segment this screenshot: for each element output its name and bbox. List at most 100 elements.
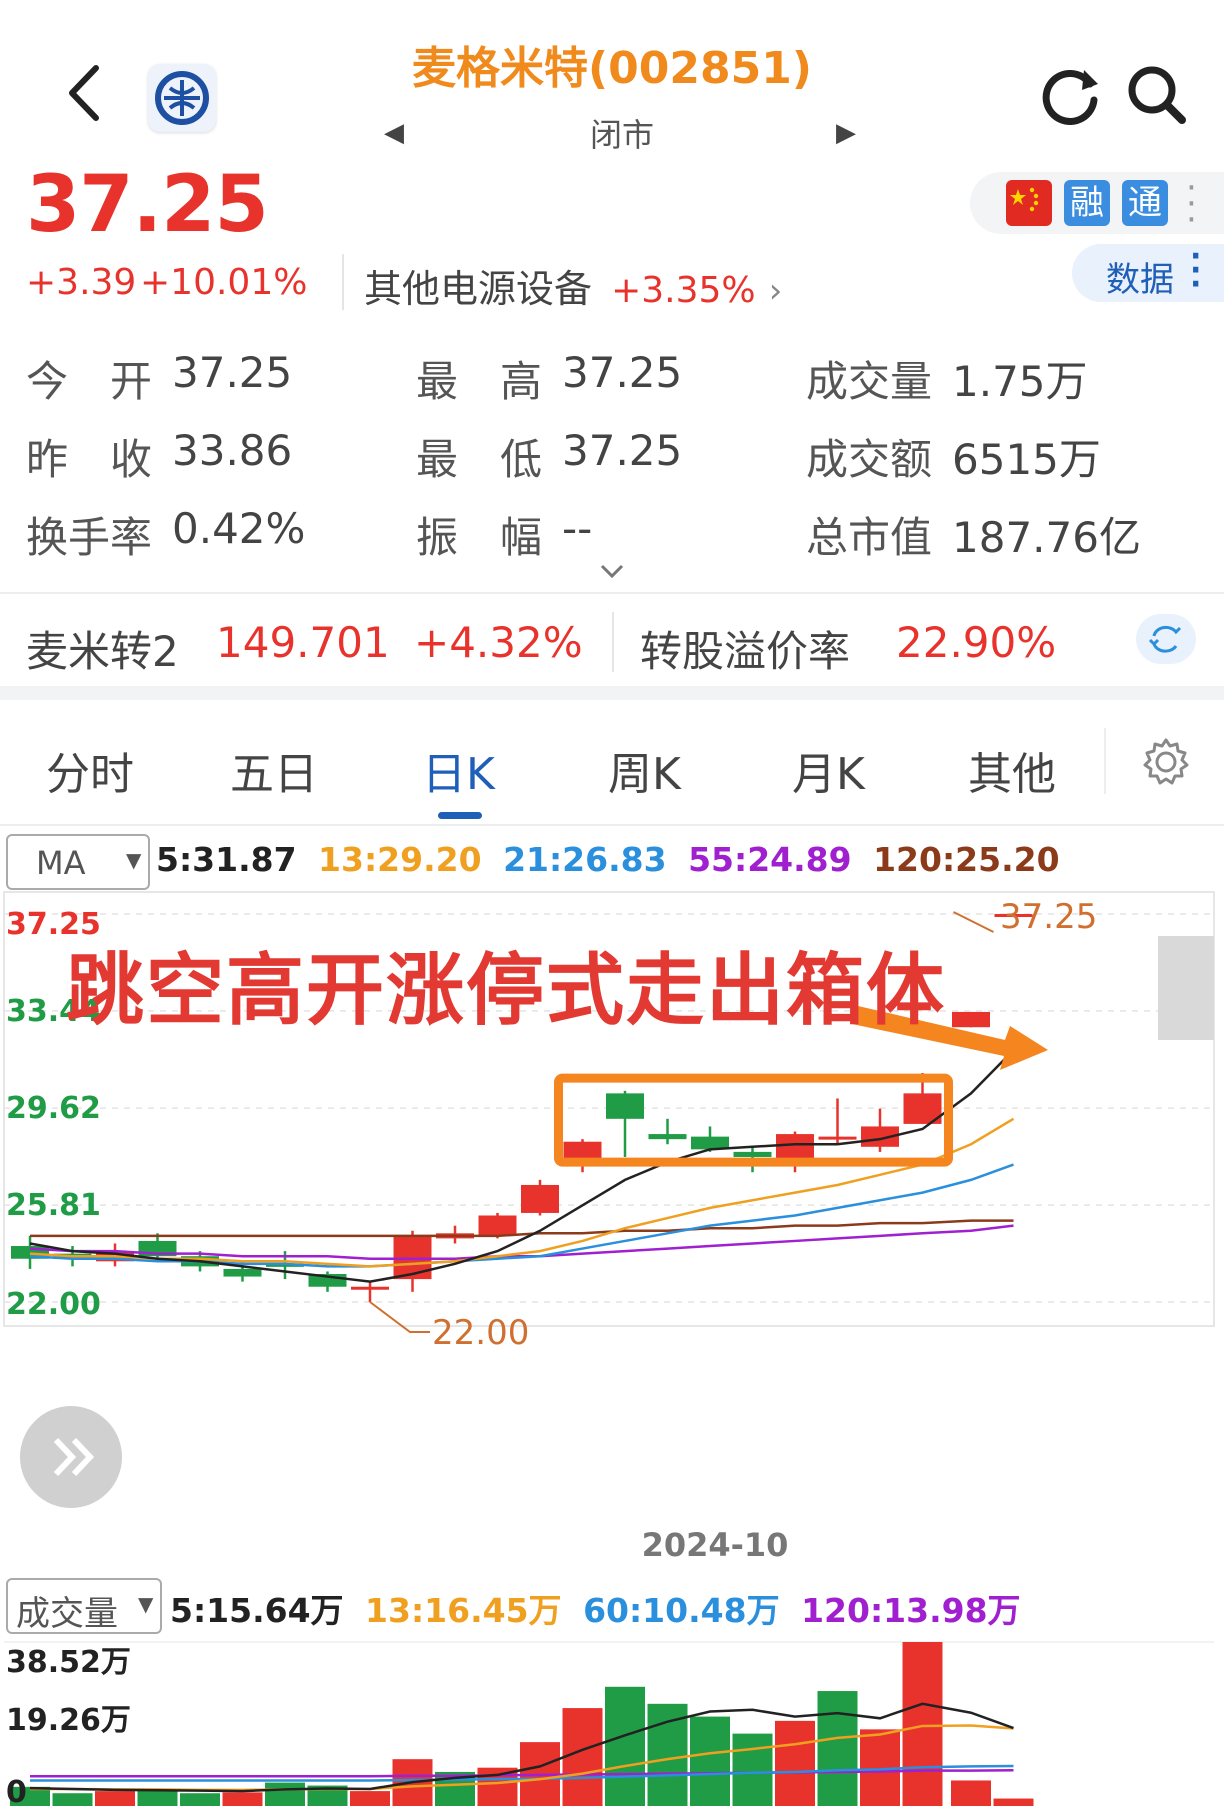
volume-y-label: 19.26万 [6,1703,131,1738]
volume-y-label: 0 [6,1775,27,1806]
stat-label-open: 今 开 [26,357,153,406]
search-button[interactable] [1124,62,1190,128]
margin-badge[interactable]: 融 [1064,180,1110,226]
volume-y-label: 38.52万 [6,1645,131,1680]
chart-annotation: 跳空高开涨停式走出箱体 [66,946,947,1036]
tab-weekly-k[interactable]: 周K [608,738,681,802]
stat-value-turnover: 0.42% [172,504,306,553]
switch-icon[interactable] [1136,614,1196,664]
price-change: +3.39 [26,262,137,303]
stat-label-turnover: 换手率 [26,513,153,562]
tab-daily-k[interactable]: 日K [422,738,495,802]
chevron-right-icon: › [768,271,783,311]
volume-bar [562,1708,603,1806]
volume-selector[interactable]: 成交量 ▼ [6,1578,162,1634]
more-dots-icon[interactable]: · · · [1186,171,1197,237]
ma120-value: 120:25.20 [873,840,1060,879]
candle-body [952,1011,990,1028]
candle-body [563,1141,602,1160]
low-marker-label: 22.00 [432,1313,529,1353]
bond-name[interactable]: 麦米转2 [26,618,179,679]
volume-bar [180,1793,220,1806]
y-axis-label: 22.00 [6,1287,101,1322]
high-marker-label: 37.25 [1000,897,1097,937]
tab-intraday[interactable]: 分时 [46,738,134,802]
volume-selector-label: 成交量 [16,1594,118,1634]
section-divider [0,592,1224,594]
candle-body [776,1134,814,1160]
double-chevron-right-icon [53,1437,95,1477]
divider [1104,728,1106,794]
ma5-value: 5:31.87 [156,840,297,879]
dropdown-icon: ▼ [138,1592,154,1616]
tab-five-day[interactable]: 五日 [230,738,318,802]
refresh-icon [1042,69,1098,125]
data-button-label: 数据 [1106,260,1174,300]
expand-chevron-icon[interactable] [596,560,628,584]
volume-bar [993,1798,1034,1806]
volume-bar [605,1686,645,1806]
volume-bar [951,1780,991,1806]
stat-value-prev-close: 33.86 [172,426,293,475]
tab-bar-bottom-border [0,824,1224,826]
stat-label-market-cap: 总市值 [806,513,933,562]
refresh-button[interactable] [1040,64,1102,126]
volume-bar [265,1782,305,1806]
stat-value-amount: 6515万 [952,435,1101,484]
low-marker-line [369,1301,430,1333]
sector-link[interactable]: 其他电源设备 +3.35% › [364,258,783,311]
dropdown-icon: ▼ [126,848,142,872]
next-stock-arrow[interactable]: ▶ [836,118,856,148]
vol-ma60-value: 60:10.48万 [583,1591,780,1630]
ma-selector-label: MA [36,844,86,882]
sector-change: +3.35% [611,270,756,311]
sector-name: 其他电源设备 [364,267,593,311]
bond-change: +4.32% [414,618,583,667]
search-icon [1128,66,1186,124]
vol-ma13-value: 13:16.45万 [365,1591,562,1630]
stat-value-high: 37.25 [562,348,683,397]
data-button[interactable]: 数据 · · · [1072,239,1224,302]
ma13-value: 13:29.20 [318,840,482,879]
candle-body [521,1184,559,1213]
volume-bar [95,1791,135,1806]
y-axis-label: 29.62 [6,1091,101,1126]
connect-badge[interactable]: 通 [1122,180,1168,226]
stat-label-low: 最 低 [416,435,543,484]
ma21-value: 21:26.83 [503,840,667,879]
stat-label-prev-close: 昨 收 [26,435,153,484]
ma-legend: 5:31.87 13:29.20 21:26.83 55:24.89 120:2… [156,840,1060,879]
stat-value-volume: 1.75万 [952,357,1088,406]
stat-label-volume: 成交量 [806,357,933,406]
candle-body [733,1151,772,1157]
stat-label-amount: 成交额 [806,435,933,484]
more-vertical-icon: · · · [1190,239,1202,302]
scroll-fast-forward-button[interactable] [20,1406,122,1508]
settings-button[interactable] [1140,736,1192,788]
price-change-pct: +10.01% [140,262,308,303]
candle-body [393,1235,432,1280]
candle-body [606,1093,644,1119]
gear-icon [1143,738,1189,785]
divider [342,254,344,310]
china-flag-icon [1006,180,1052,226]
volume-bar [690,1716,730,1806]
section-gap [0,686,1224,700]
stat-label-amplitude: 振 幅 [416,513,543,562]
volume-chart[interactable]: 38.52万 19.26万 0 [0,1634,1224,1806]
volume-bar [902,1642,943,1806]
volume-bar [817,1691,858,1806]
stat-value-market-cap: 187.76亿 [952,513,1141,562]
tab-monthly-k[interactable]: 月K [792,738,865,802]
bond-price: 149.701 [216,618,390,667]
tab-other[interactable]: 其他 [968,738,1056,802]
ma-selector[interactable]: MA ▼ [6,834,150,890]
y-axis-label: 25.81 [6,1188,101,1223]
stat-value-amplitude: -- [562,504,593,553]
date-axis-label: 2024-10 [641,1526,789,1564]
active-tab-indicator [438,812,482,819]
high-marker-line [953,911,994,933]
premium-label: 转股溢价率 [640,627,851,676]
candle-body [648,1134,687,1140]
volume-bar [477,1767,518,1806]
